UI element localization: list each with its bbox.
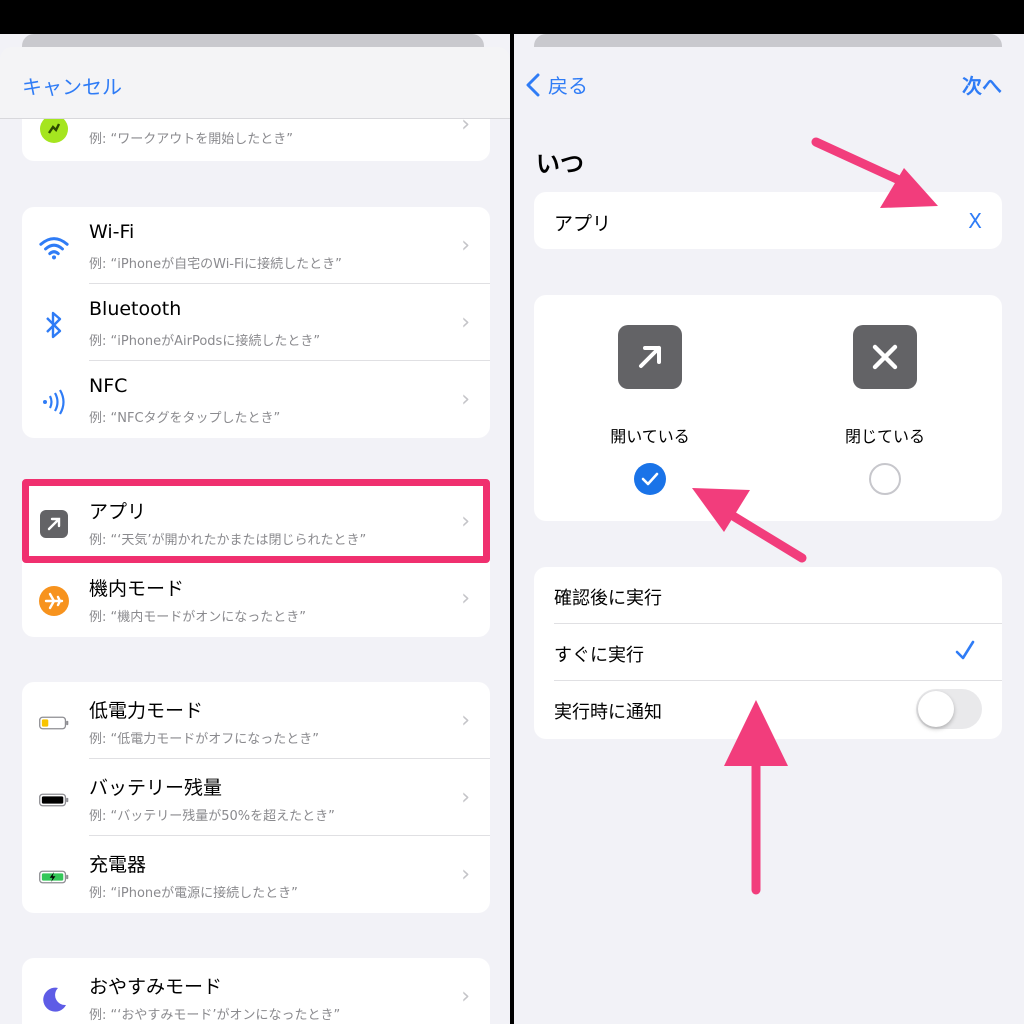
list-item-battery[interactable]: バッテリー残量 例: “バッテリー残量が50%を超えたとき” › (22, 759, 490, 836)
option-open[interactable]: 開いている (580, 325, 720, 495)
chevron-left-icon (526, 73, 540, 96)
list-item-title: 充電器 (89, 854, 147, 876)
list-item-sleep[interactable]: おやすみモード 例: “‘おやすみモード’がオンになったとき” › (22, 958, 490, 1024)
run-immediately-row[interactable]: すぐに実行 (534, 624, 1002, 681)
list-item-nfc[interactable]: NFC 例: “NFCタグをタップしたとき” › (22, 361, 490, 438)
list-item-title: バッテリー残量 (89, 777, 223, 799)
closed-label: 閉じている (844, 427, 925, 446)
app-arrow-icon (39, 509, 69, 539)
wifi-icon (39, 233, 69, 263)
status-bar (514, 0, 1024, 34)
right-screen: 戻る 次へ いつ アプリ X 開いている 閉じている 確認後に実行 すぐに実行 … (514, 0, 1024, 1024)
back-label: 戻る (548, 74, 588, 98)
list-item-bluetooth[interactable]: Bluetooth 例: “iPhoneがAirPodsに接続したとき” › (22, 284, 490, 361)
list-item-low-power[interactable]: 低電力モード 例: “低電力モードがオフになったとき” › (22, 682, 490, 759)
left-screen: 例: “ワークアウトを開始したとき” › キャンセル Wi-Fi 例: “iPh… (0, 0, 510, 1024)
run-options-card: 確認後に実行 すぐに実行 実行時に通知 (534, 567, 1002, 739)
list-item-title: Wi-Fi (89, 221, 135, 243)
notify-toggle[interactable] (916, 689, 982, 729)
power-group: 低電力モード 例: “低電力モードがオフになったとき” › バッテリー残量 例:… (22, 682, 490, 913)
notify-label: 実行時に通知 (554, 702, 662, 723)
list-item-title: 低電力モード (89, 700, 204, 722)
open-label: 開いている (610, 427, 690, 446)
chevron-right-icon: › (461, 233, 470, 258)
chevron-right-icon: › (461, 785, 470, 810)
chevron-right-icon: › (461, 310, 470, 335)
charging-icon (39, 862, 69, 892)
list-item-sub: 例: “‘おやすみモード’がオンになったとき” (89, 1008, 341, 1023)
status-bar (0, 0, 510, 34)
notify-row: 実行時に通知 (534, 681, 1002, 738)
list-item-sub: 例: “iPhoneが電源に接続したとき” (89, 886, 298, 901)
checkmark-icon (641, 472, 659, 486)
list-item-title: アプリ (89, 501, 147, 523)
list-item-sub: 例: “‘天気’が開かれたかまたは閉じられたとき” (89, 533, 367, 548)
open-arrow-icon (618, 325, 682, 389)
list-item-sub: 例: “機内モードがオンになったとき” (89, 610, 306, 625)
list-item-title: NFC (89, 375, 128, 397)
list-item-app[interactable]: アプリ 例: “‘天気’が開かれたかまたは閉じられたとき” › (22, 483, 490, 560)
list-item-charger[interactable]: 充電器 例: “iPhoneが電源に接続したとき” › (22, 836, 490, 913)
section-title: いつ (536, 150, 584, 178)
list-item-sub: 例: “iPhoneがAirPodsに接続したとき” (89, 334, 321, 349)
chevron-right-icon: › (461, 509, 470, 534)
connectivity-group: Wi-Fi 例: “iPhoneが自宅のWi-Fiに接続したとき” › Blue… (22, 207, 490, 438)
list-item-wifi[interactable]: Wi-Fi 例: “iPhoneが自宅のWi-Fiに接続したとき” › (22, 207, 490, 284)
app-select-row[interactable]: アプリ X (534, 192, 1002, 249)
close-x-icon (853, 325, 917, 389)
list-item-title: Bluetooth (89, 298, 182, 320)
open-radio[interactable] (634, 463, 666, 495)
moon-icon (39, 984, 69, 1014)
list-item-sub: 例: “バッテリー残量が50%を超えたとき” (89, 809, 335, 824)
checkmark-icon (955, 640, 975, 660)
battery-icon (39, 785, 69, 815)
closed-radio[interactable] (869, 463, 901, 495)
nav-bar: キャンセル (0, 47, 510, 119)
list-item-title: 機内モード (89, 578, 185, 600)
run-immediately-label: すぐに実行 (554, 645, 644, 666)
list-item-sub: 例: “低電力モードがオフになったとき” (89, 732, 319, 747)
apps-group: アプリ 例: “‘天気’が開かれたかまたは閉じられたとき” › 機内モード 例:… (22, 483, 490, 637)
workout-sub: 例: “ワークアウトを開始したとき” (89, 132, 293, 147)
option-closed[interactable]: 閉じている (815, 325, 955, 495)
app-label: アプリ (554, 213, 612, 235)
run-after-confirm-row[interactable]: 確認後に実行 (534, 567, 1002, 624)
nfc-icon (39, 387, 69, 417)
chevron-right-icon: › (461, 708, 470, 733)
focus-group: おやすみモード 例: “‘おやすみモード’がオンになったとき” › (22, 958, 490, 1024)
app-state-card: 開いている 閉じている (534, 295, 1002, 521)
chevron-right-icon: › (461, 387, 470, 412)
chevron-right-icon: › (461, 586, 470, 611)
list-item-sub: 例: “NFCタグをタップしたとき” (89, 411, 281, 426)
list-item-sub: 例: “iPhoneが自宅のWi-Fiに接続したとき” (89, 257, 342, 272)
bluetooth-icon (39, 310, 69, 340)
chevron-right-icon: › (461, 984, 470, 1009)
next-button[interactable]: 次へ (962, 70, 1002, 99)
list-item-airplane[interactable]: 機内モード 例: “機内モードがオンになったとき” › (22, 560, 490, 637)
cancel-button[interactable]: キャンセル (22, 71, 122, 100)
chevron-right-icon: › (461, 862, 470, 887)
toggle-knob (918, 691, 954, 727)
back-button[interactable]: 戻る (526, 70, 588, 99)
run-after-confirm-label: 確認後に実行 (554, 588, 662, 609)
list-item-title: おやすみモード (89, 976, 223, 998)
airplane-icon (39, 586, 69, 616)
selected-app-value[interactable]: X (968, 209, 982, 233)
low-battery-icon (39, 708, 69, 738)
